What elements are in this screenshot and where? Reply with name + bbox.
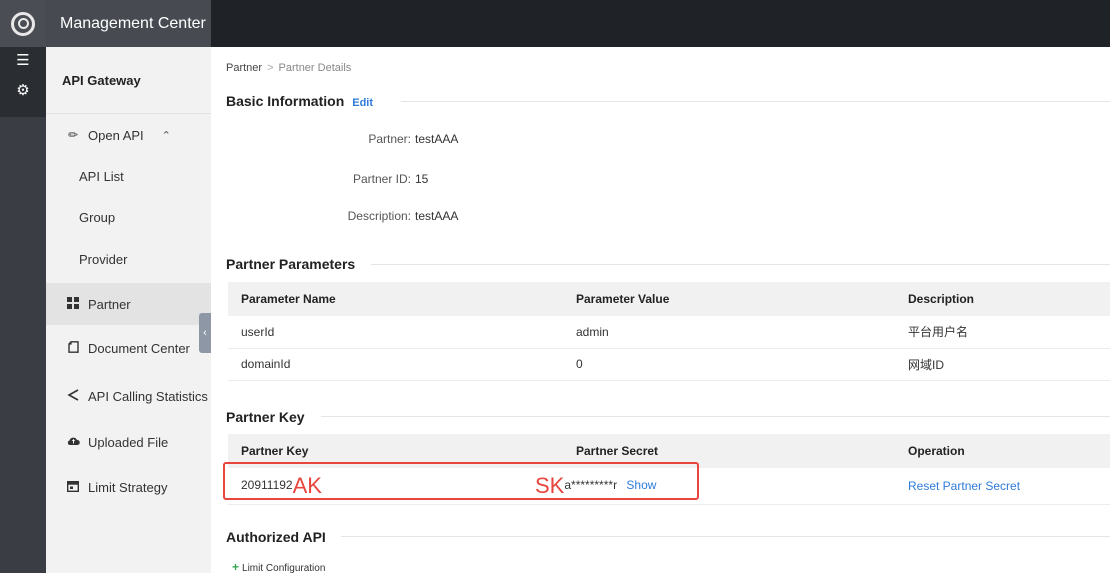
table-cell: 0 [563,348,895,381]
section-divider [341,536,1110,537]
sidebar-item-group[interactable]: Group [46,198,211,238]
table-row: userId admin 平台用户名 [228,316,1110,349]
calendar-icon [66,480,80,495]
logo[interactable] [0,0,46,47]
table-cell: domainId [228,348,563,381]
plus-icon: + [232,560,240,573]
section-divider [321,416,1110,417]
sidebar-item-limit-strategy[interactable]: Limit Strategy [46,467,211,507]
sidebar-item-open-api[interactable]: ✏ Open API ⌃ [46,115,211,155]
cloud-upload-icon [66,435,80,449]
sidebar-item-label: Uploaded File [88,434,169,450]
partner-params-table: Parameter Name Parameter Value Descripti… [228,282,1110,381]
info-label: Partner: [368,132,411,146]
breadcrumb-separator: > [267,62,274,74]
info-value: testAAA [415,132,459,146]
pencil-icon: ✏ [67,128,79,142]
top-bar: Management Center [0,0,1110,47]
table-cell: 网域ID [895,348,1110,381]
info-row-partner: Partner: testAAA [211,132,458,146]
chevron-left-icon: ‹ [203,327,207,339]
table-row: domainId 0 网域ID [228,348,1110,381]
column-header: Parameter Value [563,282,895,316]
edit-link[interactable]: Edit [352,97,373,109]
info-label: Partner ID: [352,172,411,186]
sidebar-item-label: API Calling Statistics [88,388,208,404]
info-row-description: Description: testAAA [211,209,459,223]
grid-icon [66,296,80,312]
basic-info-title-text: Basic Information [226,93,345,109]
sidebar-header: API Gateway [46,47,211,114]
table-cell: userId [228,316,563,349]
icon-rail: ☰ ⚙ [0,47,46,573]
limit-configuration-button[interactable]: + Limit Configuration [232,560,325,573]
section-divider [371,264,1110,265]
sidebar-item-partner[interactable]: Partner [46,283,211,325]
sidebar-item-document-center[interactable]: Document Center [46,328,211,368]
breadcrumb: Partner > Partner Details [226,62,351,74]
column-header: Description [895,282,1110,316]
limit-configuration-label: Limit Configuration [242,563,326,573]
breadcrumb-parent[interactable]: Partner [226,62,262,74]
logo-icon [11,11,35,36]
chevron-up-icon: ⌃ [161,129,171,142]
section-divider [401,101,1110,102]
operation-cell: Reset Partner Secret [895,468,1110,505]
basic-info-title: Basic Information Edit [226,93,373,109]
table-cell: admin [563,316,895,349]
sidebar-item-uploaded-file[interactable]: Uploaded File [46,422,211,462]
authorized-api-title: Authorized API [226,529,326,545]
sidebar-item-label: Limit Strategy [88,479,168,495]
info-value: testAAA [415,209,459,223]
sidebar-item-api-calling-statistics[interactable]: API Calling Statistics [46,376,211,416]
column-header: Operation [895,434,1110,468]
breadcrumb-current: Partner Details [278,62,352,74]
sidebar-item-label: Document Center [88,340,190,356]
menu-icon[interactable]: ☰ [13,53,33,69]
gear-icon[interactable]: ⚙ [13,83,33,99]
sidebar-item-label: Open API [88,127,144,143]
sidebar-item-provider[interactable]: Provider [46,240,211,280]
annotation-box [223,462,699,500]
sidebar-item-label: Partner [88,296,131,312]
info-row-partner-id: Partner ID: 15 [211,172,428,186]
app-title: Management Center [46,0,211,47]
sidebar: API Gateway ✏ Open API ⌃ API List Group … [46,47,211,573]
sidebar-item-api-list[interactable]: API List [46,157,211,197]
table-cell: 平台用户名 [895,316,1110,349]
document-icon [66,340,80,356]
info-label: Description: [347,209,411,223]
column-header: Parameter Name [228,282,563,316]
partner-key-title: Partner Key [226,409,305,425]
sidebar-collapse-handle[interactable]: ‹ [199,313,211,353]
partner-params-title: Partner Parameters [226,256,356,272]
reset-partner-secret-link[interactable]: Reset Partner Secret [908,479,1020,493]
table-header-row: Parameter Name Parameter Value Descripti… [228,282,1110,316]
info-value: 15 [415,172,429,186]
share-icon [66,388,80,404]
